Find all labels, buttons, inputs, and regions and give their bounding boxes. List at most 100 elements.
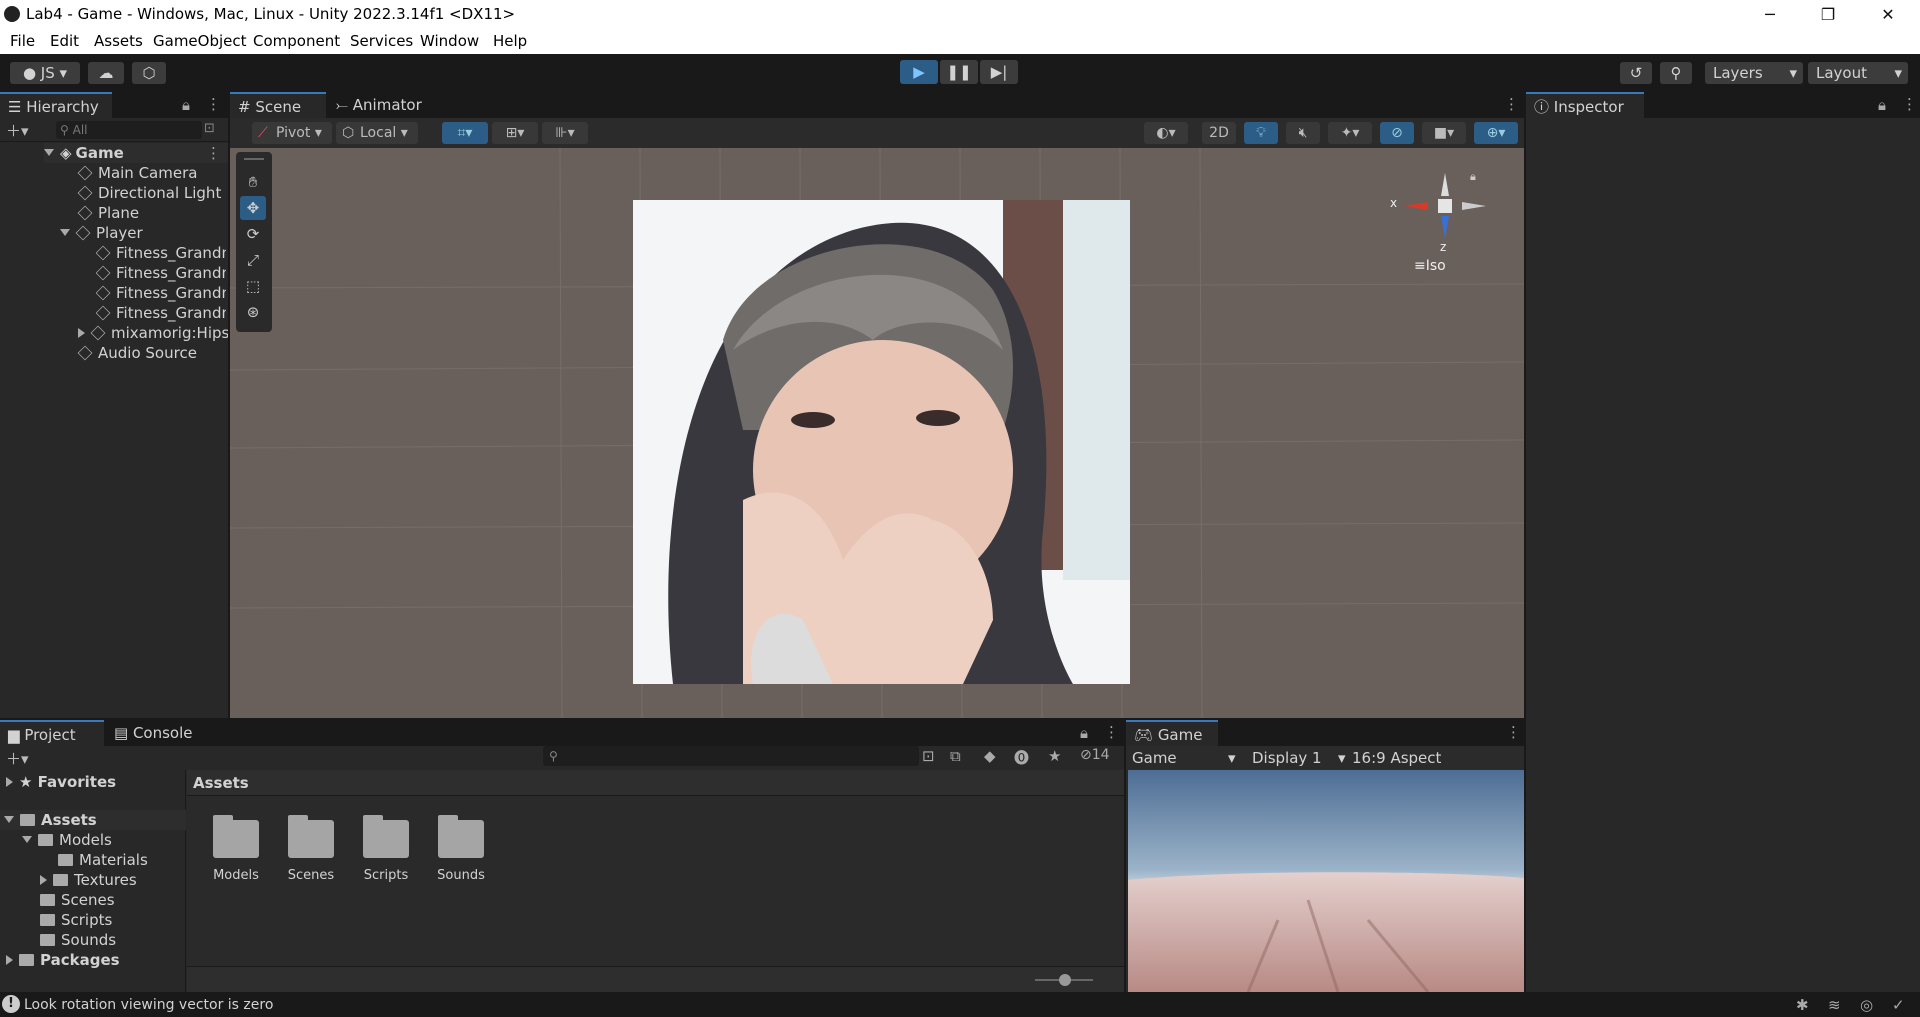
tab-hierarchy[interactable]: ☰ Hierarchy — [0, 92, 112, 118]
hierarchy-item-audio-source[interactable]: Audio Source — [77, 343, 197, 363]
tab-animator[interactable]: ⤚ Animator — [328, 92, 428, 118]
project-search-input[interactable]: ⚲ — [543, 746, 919, 766]
search-by-type-icon[interactable]: ⊡ — [922, 747, 935, 765]
tab-scene[interactable]: # Scene — [230, 92, 326, 118]
tree-textures[interactable]: Textures — [40, 870, 137, 890]
orientation-gizmo[interactable]: x z 🔒︎ ≡Iso — [1390, 168, 1500, 278]
play-button[interactable]: ▶ — [900, 60, 938, 84]
status-message[interactable]: Look rotation viewing vector is zero — [24, 997, 273, 1013]
tree-models[interactable]: Models — [22, 830, 112, 850]
account-button[interactable]: ● JS ▾ — [10, 62, 80, 84]
tree-favorites[interactable]: ★ Favorites — [6, 772, 116, 792]
pivot-dropdown[interactable]: ⟋ Pivot ▾ — [252, 122, 332, 144]
scene-viewport[interactable]: ✋︎ ✥ ⟳ ⤢ ⬚ ⊛ x z 🔒︎ ≡Iso — [230, 148, 1524, 718]
game-view-dropdown[interactable]: Game ▾ — [1132, 749, 1236, 767]
lighting-toggle[interactable]: 💡︎ — [1244, 122, 1278, 144]
palette-handle[interactable] — [244, 158, 264, 160]
rotate-tool-button[interactable]: ⟳ — [240, 222, 266, 246]
favorites-star-icon[interactable]: ★ — [1048, 747, 1061, 765]
hierarchy-item-plane[interactable]: Plane — [77, 203, 139, 223]
tree-sounds[interactable]: Sounds — [40, 930, 116, 950]
aspect-dropdown[interactable]: 16:9 Aspect — [1352, 749, 1441, 767]
grid-snapping-button[interactable]: ⌗▾ — [442, 122, 488, 144]
tab-game[interactable]: 🎮︎ Game — [1126, 720, 1218, 746]
tree-assets[interactable]: Assets — [0, 810, 186, 830]
hierarchy-item-directional-light[interactable]: Directional Light — [77, 183, 221, 203]
scene-visibility-toggle[interactable]: ⊘ — [1380, 122, 1414, 144]
projection-toggle[interactable]: ≡Iso — [1414, 258, 1446, 274]
menu-component[interactable]: Component — [253, 32, 340, 50]
zoom-slider-handle[interactable] — [1059, 974, 1071, 986]
snap-settings-button[interactable]: ⊪▾ — [542, 122, 588, 144]
hierarchy-item-player[interactable]: Player — [60, 223, 143, 243]
asset-folder-scripts[interactable]: Scripts — [363, 815, 413, 883]
kebab-menu-icon[interactable]: ⋮ — [1506, 723, 1521, 741]
kebab-menu-icon[interactable]: ⋮ — [1504, 95, 1519, 113]
breadcrumb-assets[interactable]: Assets — [193, 774, 249, 792]
scale-tool-button[interactable]: ⤢ — [240, 248, 266, 272]
cache-server-icon[interactable]: ≋ — [1828, 996, 1841, 1014]
services-button[interactable]: ⬡ — [132, 62, 166, 84]
kebab-menu-icon[interactable]: ⋮ — [206, 144, 221, 162]
kebab-menu-icon[interactable]: ⋮ — [1104, 723, 1119, 741]
asset-folder-models[interactable]: Models — [213, 815, 263, 883]
filter-by-type-icon[interactable]: ⧉ — [950, 747, 961, 765]
check-icon[interactable]: ✓ — [1892, 996, 1905, 1014]
menu-help[interactable]: Help — [493, 32, 527, 50]
transform-tool-button[interactable]: ⊛ — [240, 300, 266, 324]
history-button[interactable]: ↺ — [1620, 62, 1652, 84]
hierarchy-item-fitness-grandma-4[interactable]: Fitness_Grandm — [96, 303, 226, 323]
lock-icon[interactable]: 🔒︎ — [1080, 724, 1088, 742]
gizmos-dropdown[interactable]: ⊕▾ — [1474, 122, 1518, 144]
pause-button[interactable]: ❚❚ — [940, 60, 978, 84]
menu-edit[interactable]: Edit — [50, 32, 79, 50]
lock-icon[interactable]: 🔒︎ — [1878, 96, 1886, 114]
menu-assets[interactable]: Assets — [94, 32, 143, 50]
shading-mode-button[interactable]: ◐▾ — [1144, 122, 1188, 144]
hierarchy-search-input[interactable]: ⚲ All — [56, 121, 202, 139]
layers-dropdown[interactable]: Layers ▾ — [1705, 62, 1803, 84]
camera-settings-dropdown[interactable]: ■▾ — [1422, 122, 1466, 144]
import-log-icon[interactable]: ⓿ — [1014, 747, 1029, 768]
tree-scripts[interactable]: Scripts — [40, 910, 112, 930]
scene-root-game[interactable]: ◈ Game — [44, 143, 228, 163]
toggle-2d-button[interactable]: 2D — [1202, 122, 1236, 144]
audio-toggle[interactable]: 🔇︎ — [1286, 122, 1320, 144]
cloud-button[interactable]: ☁ — [88, 62, 124, 84]
hierarchy-item-fitness-grandma-2[interactable]: Fitness_Grandm — [96, 263, 226, 283]
asset-folder-scenes[interactable]: Scenes — [288, 815, 338, 883]
tree-materials[interactable]: Materials — [58, 850, 148, 870]
search-button[interactable]: ⚲ — [1660, 62, 1692, 84]
step-button[interactable]: ▶| — [980, 60, 1018, 84]
add-object-button[interactable]: ＋▾ — [6, 120, 29, 141]
increment-snap-button[interactable]: ⊞▾ — [492, 122, 538, 144]
menu-window[interactable]: Window — [420, 32, 479, 50]
hierarchy-item-fitness-grandma-1[interactable]: Fitness_Grandm — [96, 243, 226, 263]
hidden-packages-toggle[interactable]: ⊘14 — [1080, 747, 1110, 763]
rect-tool-button[interactable]: ⬚ — [240, 274, 266, 298]
filter-by-label-icon[interactable]: ◆ — [984, 747, 996, 765]
hierarchy-item-mixamorig-hips[interactable]: mixamorig:Hips — [78, 323, 228, 343]
tree-scenes[interactable]: Scenes — [40, 890, 115, 910]
game-viewport[interactable] — [1128, 770, 1524, 992]
close-button[interactable]: ✕ — [1860, 0, 1916, 29]
kebab-menu-icon[interactable]: ⋮ — [206, 95, 221, 113]
kebab-menu-icon[interactable]: ⋮ — [1902, 95, 1917, 113]
local-dropdown[interactable]: ⬡ Local ▾ — [336, 122, 418, 144]
menu-file[interactable]: File — [10, 32, 35, 50]
lock-icon[interactable]: 🔒︎ — [182, 96, 190, 114]
hierarchy-item-fitness-grandma-3[interactable]: Fitness_Grandm — [96, 283, 226, 303]
tab-inspector[interactable]: ⓘ Inspector — [1526, 92, 1644, 118]
lock-icon[interactable]: 🔒︎ — [1470, 170, 1476, 184]
hierarchy-item-main-camera[interactable]: Main Camera — [77, 163, 197, 183]
tab-console[interactable]: ▤ Console — [106, 720, 206, 746]
menu-services[interactable]: Services — [350, 32, 413, 50]
scene-visibility-icon[interactable]: ⊡ — [204, 121, 215, 136]
display-dropdown[interactable]: Display 1 ▾ — [1252, 749, 1346, 767]
tab-project[interactable]: ▆ Project — [0, 720, 104, 746]
create-asset-button[interactable]: ＋▾ — [6, 748, 29, 769]
minimize-button[interactable]: ─ — [1742, 0, 1798, 29]
effects-dropdown[interactable]: ✦▾ — [1328, 122, 1372, 144]
tree-packages[interactable]: Packages — [6, 950, 120, 970]
maximize-button[interactable]: ❐ — [1800, 0, 1856, 29]
